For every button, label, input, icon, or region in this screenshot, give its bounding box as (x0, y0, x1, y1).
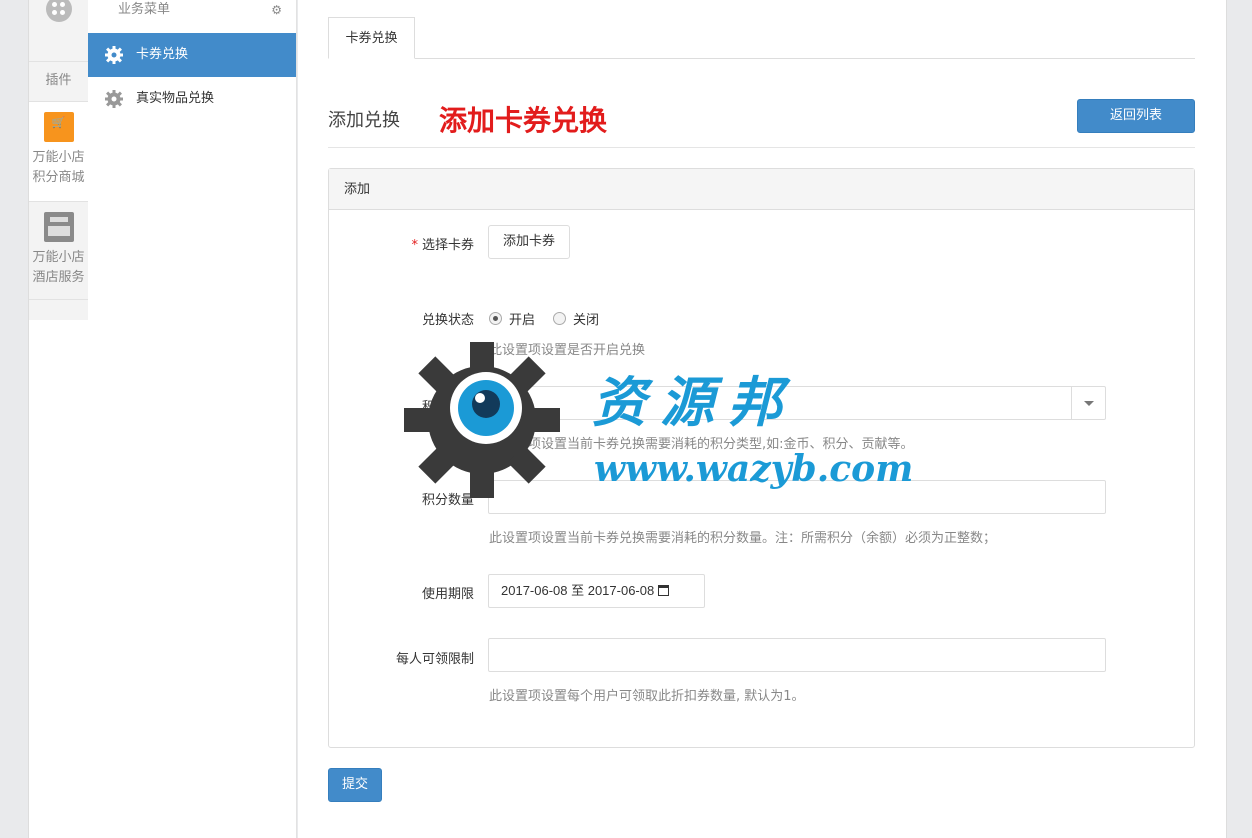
app-shop-line1: 万能小店 (32, 150, 85, 165)
submit-button[interactable]: 提交 (328, 768, 382, 802)
menu-item-label: 卡券兑换 (136, 47, 189, 62)
credit-type-help: 此设置项设置当前卡券兑换需要消耗的积分类型,如:金币、积分、贡献等。 (489, 437, 914, 452)
tab-card-exchange[interactable]: 卡券兑换 (328, 17, 415, 59)
page-margin (1226, 0, 1252, 838)
chevron-down-icon (1071, 387, 1105, 419)
app-hotel-line1: 万能小店 (32, 250, 85, 265)
app-hotel-line2: 酒店服务 (32, 270, 85, 285)
status-radio-group: 开启 关闭 (489, 309, 617, 328)
app-main[interactable]: 主应用 (29, 0, 169, 62)
card-label-text: 选择卡券 (421, 238, 474, 253)
main-panel: 卡券兑换 添加兑换 添加卡券兑换 返回列表 添加 * 选择卡券 添加卡券 兑换状态… (298, 0, 1226, 838)
business-menu: 业务菜单 ⚙ 卡券兑换 真实物品兑换 (88, 0, 297, 838)
per-user-limit-help: 此设置项设置每个用户可领取此折扣券数量, 默认为1。 (489, 689, 805, 704)
menu-header: 业务菜单 ⚙ (88, 0, 296, 22)
app-strip: 主应用 插件 万能小店 积分商城 万能小店 酒店服务 (28, 0, 169, 838)
app-shop[interactable]: 万能小店 积分商城 (29, 102, 88, 202)
validity-date-range[interactable]: 2017-06-08 至 2017-06-08 (488, 574, 705, 608)
app-hotel[interactable]: 万能小店 酒店服务 (29, 202, 88, 300)
add-card-button[interactable]: 添加卡券 (488, 225, 570, 259)
credit-type-label: 积分类型 (421, 400, 474, 415)
menu-item-card-exchange[interactable]: 卡券兑换 (88, 33, 296, 77)
required-mark: * (411, 238, 418, 253)
credit-amount-label: 积分数量 (421, 493, 474, 508)
hotel-icon (43, 212, 74, 242)
menu-header-label: 业务菜单 (118, 2, 171, 17)
calendar-icon (658, 585, 670, 596)
back-to-list-button[interactable]: 返回列表 (1077, 99, 1195, 133)
credit-amount-input[interactable] (488, 480, 1106, 514)
validity-value: 2017-06-08 至 2017-06-08 (501, 583, 655, 598)
status-help: 此设置项设置是否开启兑换 (489, 343, 646, 358)
status-label: 兑换状态 (421, 313, 474, 328)
gear-icon (105, 90, 123, 108)
page-banner: 添加卡券兑换 (439, 104, 608, 137)
app-shop-line2: 积分商城 (32, 170, 85, 185)
gear-icon[interactable]: ⚙ (271, 0, 282, 20)
gear-icon (105, 46, 123, 64)
add-form-panel: 添加 * 选择卡券 添加卡券 兑换状态 开启 关闭 此设置项设置是否开启兑换 积分… (328, 168, 1195, 748)
apps-grid-icon (45, 0, 72, 22)
divider (328, 147, 1195, 148)
panel-header: 添加 (329, 169, 1194, 210)
status-option-label[interactable]: 关闭 (573, 309, 599, 328)
status-option-label[interactable]: 开启 (509, 309, 535, 328)
page-title: 添加兑换 (328, 110, 400, 131)
status-radio-off[interactable] (553, 312, 567, 325)
card-label: * 选择卡券 (334, 234, 474, 253)
per-user-limit-label: 每人可领限制 (395, 652, 474, 667)
shop-cart-icon (43, 112, 74, 142)
per-user-limit-input[interactable] (488, 638, 1106, 672)
credit-type-select[interactable]: 积分 (488, 386, 1106, 420)
tab-bar: 卡券兑换 (328, 17, 1195, 59)
menu-item-label: 真实物品兑换 (136, 91, 215, 106)
app-strip-list: 主应用 插件 万能小店 积分商城 万能小店 酒店服务 (29, 0, 169, 320)
app-plugins[interactable]: 插件 (29, 62, 88, 102)
credit-type-value: 积分 (501, 395, 528, 410)
credit-amount-help: 此设置项设置当前卡券兑换需要消耗的积分数量。注：所需积分（余额）必须为正整数； (489, 531, 997, 546)
menu-item-goods-exchange[interactable]: 真实物品兑换 (88, 77, 296, 121)
status-radio-on[interactable] (489, 312, 502, 325)
validity-label: 使用期限 (421, 587, 474, 602)
